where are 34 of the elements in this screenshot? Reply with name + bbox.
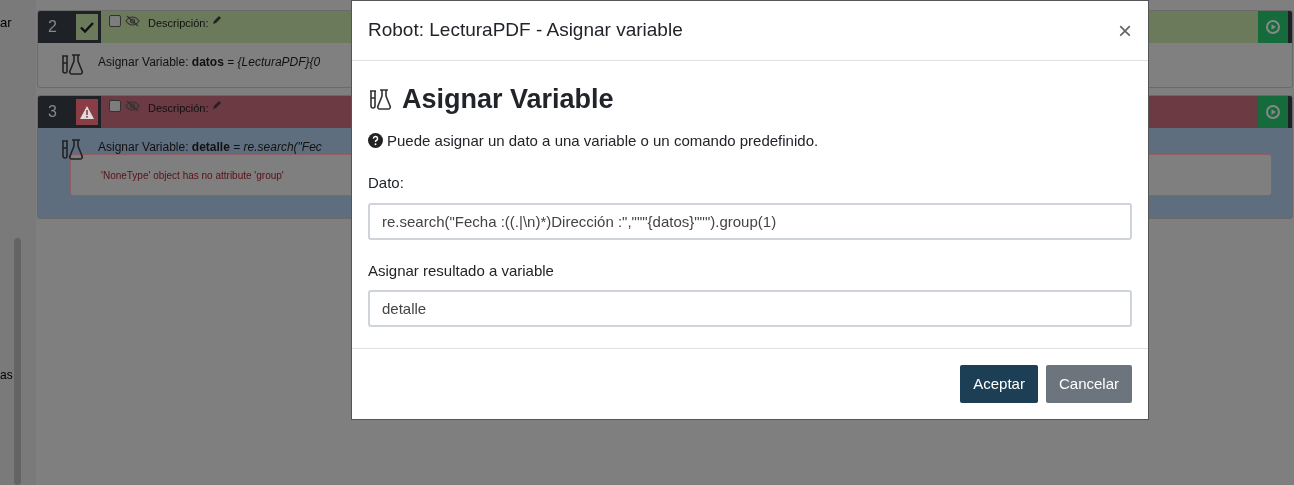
warning-icon: [80, 105, 94, 119]
play-icon: [1266, 20, 1280, 34]
step-number: 3: [38, 96, 73, 128]
description-label: Descripción:: [148, 101, 209, 116]
heading: Asignar Variable: [402, 83, 614, 116]
pencil-icon[interactable]: [212, 100, 222, 109]
question-icon: [368, 133, 383, 149]
field-label: Dato:: [368, 173, 405, 193]
cancel-button[interactable]: Cancelar: [1045, 365, 1132, 403]
step-text: Asignar Variable: datos = {LecturaPDF}{0: [98, 54, 321, 71]
close-button[interactable]: ×: [1118, 18, 1132, 43]
flask-icon: [60, 53, 84, 75]
check-icon: [80, 21, 94, 33]
field-label: Asignar resultado a variable: [368, 260, 555, 281]
play-icon: [1266, 105, 1280, 119]
input-field[interactable]: re.search("Fecha :((.|\n)*)Dirección :","""{datos}""").group(1): [368, 202, 1132, 240]
play-button[interactable]: [1258, 11, 1288, 43]
pencil-icon[interactable]: [212, 15, 222, 24]
play-button[interactable]: [1258, 96, 1288, 128]
description-label: Descripción:: [148, 16, 209, 31]
eye-slash-icon[interactable]: [125, 100, 140, 112]
step-text: Asignar Variable: detalle = re.search("Fec: [98, 139, 322, 156]
sidebar-text[interactable]: ar: [0, 13, 12, 33]
checkbox[interactable]: [109, 100, 121, 112]
step-number: 2: [38, 11, 73, 43]
checkbox[interactable]: [109, 15, 121, 27]
modal-title: Robot: LecturaPDF - Asignar variable: [368, 18, 683, 43]
input-field[interactable]: detalle: [368, 290, 1132, 327]
sidebar-text[interactable]: as: [0, 366, 13, 384]
flask-icon: [60, 138, 84, 160]
accept-button[interactable]: Aceptar: [960, 365, 1038, 403]
help-text: Puede asignar un dato a una variable o un comando predefinido.: [387, 130, 819, 151]
eye-slash-icon[interactable]: [125, 15, 140, 27]
flask-icon: [368, 88, 392, 111]
